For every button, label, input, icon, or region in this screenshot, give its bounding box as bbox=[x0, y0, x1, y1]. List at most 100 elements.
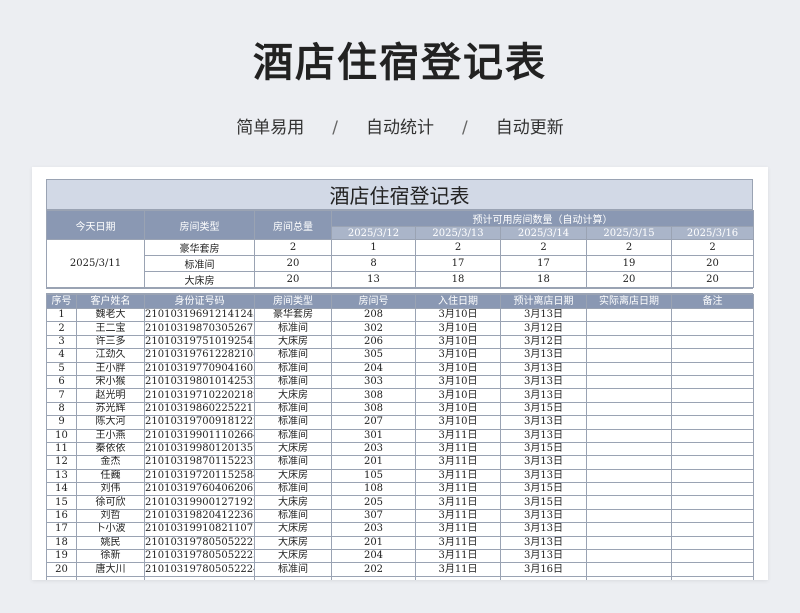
note-cell[interactable] bbox=[671, 535, 754, 551]
checkin-date-cell[interactable]: 3月11日 bbox=[415, 428, 501, 443]
room-number-cell[interactable]: 207 bbox=[331, 415, 416, 430]
cell[interactable] bbox=[331, 575, 416, 580]
id-number-cell[interactable]: 210103197612282108 bbox=[144, 348, 255, 363]
guest-name-cell[interactable]: 赵光明 bbox=[76, 388, 145, 403]
actual-checkout-cell[interactable] bbox=[586, 428, 672, 443]
room-type-cell[interactable]: 标准间 bbox=[254, 508, 332, 524]
actual-checkout-cell[interactable] bbox=[586, 374, 672, 390]
note-cell[interactable] bbox=[671, 374, 754, 390]
cell[interactable] bbox=[671, 575, 754, 580]
id-number-cell[interactable]: 210103198010142532 bbox=[144, 374, 255, 390]
room-type-cell[interactable]: 标准间 bbox=[254, 455, 332, 470]
guest-name-cell[interactable]: 魏老大 bbox=[76, 307, 145, 323]
expected-checkout-cell[interactable]: 3月13日 bbox=[500, 374, 587, 390]
note-cell[interactable] bbox=[671, 388, 754, 403]
actual-checkout-cell[interactable] bbox=[586, 334, 672, 350]
id-number-cell[interactable]: 210103197805052224 bbox=[144, 562, 255, 577]
cell[interactable] bbox=[415, 575, 501, 580]
guest-name-cell[interactable]: 王小胖 bbox=[76, 361, 145, 376]
expected-checkout-cell[interactable]: 3月13日 bbox=[500, 307, 587, 323]
actual-checkout-cell[interactable] bbox=[586, 455, 672, 470]
room-type-cell[interactable]: 豪华套房 bbox=[254, 307, 332, 323]
room-type-cell[interactable]: 大床房 bbox=[254, 495, 332, 510]
summary-room-type[interactable]: 标准间 bbox=[144, 255, 255, 272]
room-number-cell[interactable]: 205 bbox=[331, 495, 416, 510]
note-cell[interactable] bbox=[671, 468, 754, 484]
checkin-date-cell[interactable]: 3月11日 bbox=[415, 455, 501, 470]
cell[interactable] bbox=[144, 575, 255, 580]
seq-cell[interactable]: 19 bbox=[46, 549, 77, 564]
room-number-cell[interactable]: 204 bbox=[331, 361, 416, 376]
note-cell[interactable] bbox=[671, 348, 754, 363]
room-number-cell[interactable]: 201 bbox=[331, 455, 416, 470]
room-type-cell[interactable]: 大床房 bbox=[254, 522, 332, 537]
room-type-cell[interactable]: 标准间 bbox=[254, 562, 332, 577]
today-date-value[interactable]: 2025/3/11 bbox=[46, 239, 145, 288]
id-number-cell[interactable]: 210103198602252211 bbox=[144, 401, 255, 417]
id-number-cell[interactable]: 210103197510192542 bbox=[144, 334, 255, 350]
expected-checkout-cell[interactable]: 3月15日 bbox=[500, 495, 587, 510]
id-number-cell[interactable]: 210103199001271929 bbox=[144, 495, 255, 510]
id-number-cell[interactable]: 210103196912141243 bbox=[144, 307, 255, 323]
actual-checkout-cell[interactable] bbox=[586, 401, 672, 417]
actual-checkout-cell[interactable] bbox=[586, 468, 672, 484]
expected-checkout-cell[interactable]: 3月13日 bbox=[500, 535, 587, 551]
actual-checkout-cell[interactable] bbox=[586, 441, 672, 457]
expected-checkout-cell[interactable]: 3月16日 bbox=[500, 562, 587, 577]
note-cell[interactable] bbox=[671, 482, 754, 497]
seq-cell[interactable]: 8 bbox=[46, 401, 77, 417]
expected-checkout-cell[interactable]: 3月13日 bbox=[500, 361, 587, 376]
expected-checkout-cell[interactable]: 3月12日 bbox=[500, 334, 587, 350]
guest-name-cell[interactable]: 王小燕 bbox=[76, 428, 145, 443]
expected-checkout-cell[interactable]: 3月13日 bbox=[500, 522, 587, 537]
actual-checkout-cell[interactable] bbox=[586, 549, 672, 564]
id-number-cell[interactable]: 210103199011102664 bbox=[144, 428, 255, 443]
id-number-cell[interactable]: 210103198204122365 bbox=[144, 508, 255, 524]
actual-checkout-cell[interactable] bbox=[586, 535, 672, 551]
note-cell[interactable] bbox=[671, 307, 754, 323]
id-number-cell[interactable]: 210103197102202189 bbox=[144, 388, 255, 403]
checkin-date-cell[interactable]: 3月10日 bbox=[415, 348, 501, 363]
room-type-cell[interactable]: 标准间 bbox=[254, 415, 332, 430]
checkin-date-cell[interactable]: 3月10日 bbox=[415, 361, 501, 376]
seq-cell[interactable]: 2 bbox=[46, 321, 77, 336]
note-cell[interactable] bbox=[671, 361, 754, 376]
note-cell[interactable] bbox=[671, 334, 754, 350]
room-number-cell[interactable]: 206 bbox=[331, 334, 416, 350]
id-number-cell[interactable]: 210103199108211071 bbox=[144, 522, 255, 537]
actual-checkout-cell[interactable] bbox=[586, 562, 672, 577]
seq-cell[interactable]: 12 bbox=[46, 455, 77, 470]
checkin-date-cell[interactable]: 3月10日 bbox=[415, 415, 501, 430]
checkin-date-cell[interactable]: 3月11日 bbox=[415, 482, 501, 497]
id-number-cell[interactable]: 210103197805052223 bbox=[144, 549, 255, 564]
actual-checkout-cell[interactable] bbox=[586, 321, 672, 336]
seq-cell[interactable]: 6 bbox=[46, 374, 77, 390]
checkin-date-cell[interactable]: 3月11日 bbox=[415, 549, 501, 564]
guest-name-cell[interactable]: 刘哲 bbox=[76, 508, 145, 524]
room-type-cell[interactable]: 标准间 bbox=[254, 361, 332, 376]
id-number-cell[interactable]: 210103199801201359 bbox=[144, 441, 255, 457]
id-number-cell[interactable]: 210103198701152231 bbox=[144, 455, 255, 470]
seq-cell[interactable]: 20 bbox=[46, 562, 77, 577]
room-number-cell[interactable]: 208 bbox=[331, 307, 416, 323]
seq-cell[interactable]: 16 bbox=[46, 508, 77, 524]
room-number-cell[interactable]: 308 bbox=[331, 388, 416, 403]
note-cell[interactable] bbox=[671, 401, 754, 417]
seq-cell[interactable]: 4 bbox=[46, 348, 77, 363]
seq-cell[interactable]: 3 bbox=[46, 334, 77, 350]
id-number-cell[interactable]: 210103197604062062 bbox=[144, 482, 255, 497]
id-number-cell[interactable]: 210103197805052222 bbox=[144, 535, 255, 551]
checkin-date-cell[interactable]: 3月10日 bbox=[415, 401, 501, 417]
expected-checkout-cell[interactable]: 3月15日 bbox=[500, 441, 587, 457]
room-number-cell[interactable]: 301 bbox=[331, 428, 416, 443]
note-cell[interactable] bbox=[671, 428, 754, 443]
actual-checkout-cell[interactable] bbox=[586, 415, 672, 430]
guest-name-cell[interactable]: 宋小猴 bbox=[76, 374, 145, 390]
guest-name-cell[interactable]: 苏光辉 bbox=[76, 401, 145, 417]
room-number-cell[interactable]: 202 bbox=[331, 562, 416, 577]
note-cell[interactable] bbox=[671, 508, 754, 524]
room-number-cell[interactable]: 203 bbox=[331, 522, 416, 537]
expected-checkout-cell[interactable]: 3月13日 bbox=[500, 415, 587, 430]
actual-checkout-cell[interactable] bbox=[586, 307, 672, 323]
guest-name-cell[interactable]: 唐大川 bbox=[76, 562, 145, 577]
